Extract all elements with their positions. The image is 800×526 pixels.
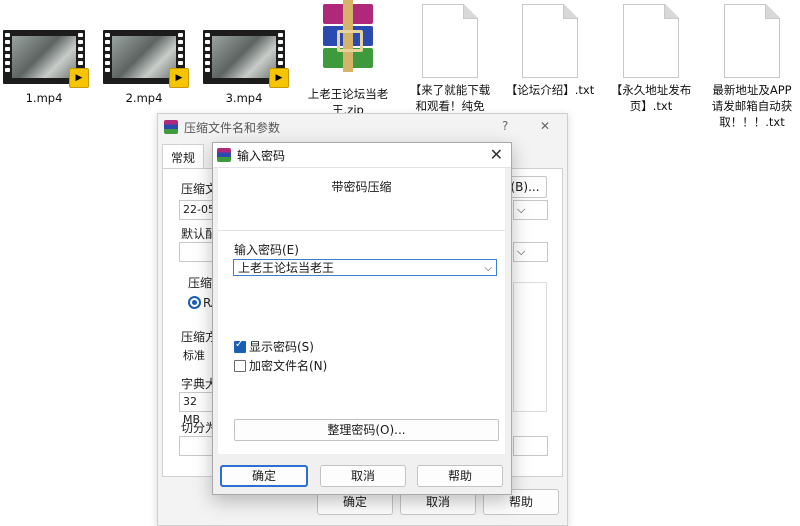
divider [218,230,505,231]
enter-password-dialog: 输入密码 ✕ 带密码压缩 输入密码(E) 上老王论坛当老王 ⌵ 显示密码(S) … [212,142,512,495]
password-value: 上老王论坛当老王 [238,261,335,275]
show-password-label: 显示密码(S) [249,340,314,354]
cancel-button[interactable]: 取消 [320,465,406,487]
file-name: 【来了就能下载 和观看！纯免 [409,83,491,113]
help-button[interactable]: 帮助 [417,465,503,487]
file-2-mp4[interactable]: ▶ 2.mp4 [98,0,190,106]
player-badge-icon: ▶ [169,68,189,88]
file-name: 3.mp4 [225,91,263,105]
show-password-row[interactable]: 显示密码(S) [234,338,314,355]
file-txt-latest-address[interactable]: 最新地址及APP 请发邮箱自动获 取！！！.txt [706,0,798,130]
file-name: 【论坛介绍】.txt [505,83,595,97]
encrypt-names-row[interactable]: 加密文件名(N) [234,357,327,374]
chevron-down-icon[interactable]: ⌵ [484,260,492,277]
video-thumbnail-icon: ▶ [3,30,89,88]
dialog-header: 带密码压缩 [331,180,392,194]
encrypt-names-label: 加密文件名(N) [249,359,328,373]
winrar-archive-icon [313,0,383,82]
dialog-title: 输入密码 [237,148,286,163]
close-icon[interactable]: ✕ [540,119,550,133]
tab-general[interactable]: 常规 [162,144,205,170]
help-icon[interactable]: ? [502,119,508,133]
password-input[interactable]: 上老王论坛当老王 ⌵ [233,259,497,276]
file-zip-archive[interactable]: 上老王论坛当老 王.zip [302,0,394,118]
player-badge-icon: ▶ [269,68,289,88]
video-thumbnail-icon: ▶ [103,30,189,88]
password-button[interactable] [513,436,548,456]
password-panel: 带密码压缩 输入密码(E) 上老王论坛当老王 ⌵ 显示密码(S) 加密文件名(N… [218,168,505,454]
dialog-title: 压缩文件名和参数 [184,120,281,135]
file-txt-permanent-address[interactable]: 【永久地址发布 页】.txt [605,0,697,114]
file-1-mp4[interactable]: ▶ 1.mp4 [0,0,90,106]
text-file-icon [724,4,780,78]
title-bar: 压缩文件名和参数 ? ✕ [158,114,567,140]
winrar-app-icon [164,120,178,134]
close-icon[interactable]: ✕ [490,145,503,164]
file-name: 【永久地址发布 页】.txt [610,83,692,113]
format-label: 压缩 [188,276,213,290]
ok-button[interactable]: 确定 [220,465,308,487]
file-name: 2.mp4 [125,91,163,105]
show-password-checkbox[interactable] [234,339,246,353]
options-group [513,282,547,412]
encrypt-names-checkbox[interactable] [234,359,246,372]
text-file-icon [522,4,578,78]
file-name: 最新地址及APP 请发邮箱自动获 取！！！.txt [711,83,793,129]
player-badge-icon: ▶ [69,68,89,88]
file-3-mp4[interactable]: ▶ 3.mp4 [198,0,290,106]
format-radio-rar[interactable] [188,296,201,309]
organize-passwords-button[interactable]: 整理密码(O)... [234,419,499,441]
video-thumbnail-icon: ▶ [203,30,289,88]
options-select[interactable]: ⌵ [513,242,548,262]
text-file-icon [623,4,679,78]
file-txt-download[interactable]: 【来了就能下载 和观看！纯免 [404,0,496,114]
file-txt-forum-intro[interactable]: 【论坛介绍】.txt [504,0,596,98]
password-label: 输入密码(E) [234,243,299,257]
update-mode-select[interactable]: ⌵ [513,200,548,220]
file-name: 1.mp4 [25,91,63,105]
text-file-icon [422,4,478,78]
title-bar: 输入密码 [213,143,511,168]
winrar-app-icon [217,148,231,162]
